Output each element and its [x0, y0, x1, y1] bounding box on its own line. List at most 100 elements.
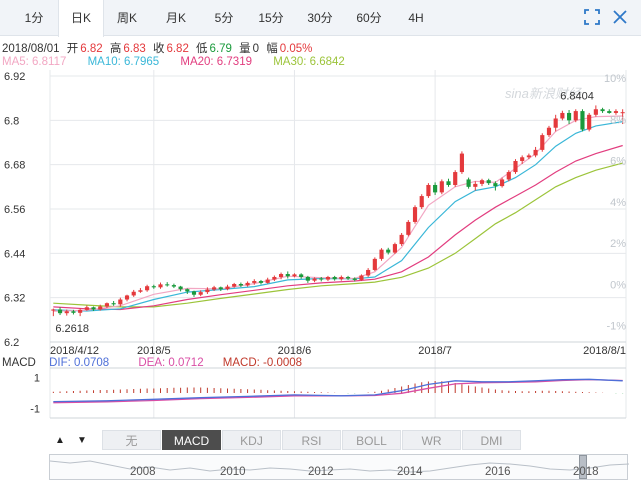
x-tick-label: 2018/4/12	[50, 345, 99, 357]
candle-body	[319, 278, 324, 280]
indicator-kdj[interactable]: KDJ	[222, 430, 281, 450]
indicator-rsi[interactable]: RSI	[282, 430, 341, 450]
candle-body	[607, 111, 612, 113]
candle-body	[258, 281, 264, 283]
ma30-line	[53, 162, 623, 308]
pct-tick-label: 10%	[604, 73, 626, 85]
candle-body	[426, 184, 431, 197]
macd-tick-label: 1	[34, 372, 40, 384]
candle	[433, 182, 438, 195]
candle-body	[104, 303, 110, 307]
candle-body	[546, 127, 552, 136]
candle-body	[299, 274, 304, 277]
candle-body	[178, 286, 183, 290]
candle	[587, 112, 592, 132]
candle	[453, 170, 458, 187]
candle-body	[57, 309, 63, 314]
candle-body	[566, 112, 572, 121]
axis-labels: 6.2 6.32 6.44 6.56 6.68 6.8 6.92 10% 8% 6% 4% 2% 0% -…	[4, 71, 626, 357]
candle-body	[285, 274, 290, 277]
candle	[546, 125, 552, 137]
candle-body	[406, 221, 411, 235]
candle-body	[171, 285, 176, 287]
dif-legend: DIF: 0.0708	[49, 357, 110, 369]
zoom-in-arrow-icon[interactable]: ▲	[49, 431, 71, 450]
candle-body	[433, 184, 438, 193]
max-price-label: 6.8404	[560, 90, 594, 102]
candle-body	[218, 287, 223, 290]
nav-year-label: 2010	[220, 466, 246, 478]
candle	[372, 257, 377, 272]
candle	[426, 183, 431, 198]
candle-body	[526, 155, 531, 158]
indicator-macd[interactable]: MACD	[162, 430, 221, 450]
macd-title: MACD	[2, 357, 36, 369]
candle	[580, 109, 585, 132]
candle-body	[446, 181, 451, 185]
candle-body	[272, 276, 277, 280]
candle	[379, 248, 384, 261]
candle	[479, 178, 485, 187]
y-tick-label: 6.8	[4, 115, 19, 127]
candle-body	[359, 275, 364, 280]
macd-legend: MACD DIF: 0.0708 DEA: 0.0712 MACD: -0.00…	[2, 357, 312, 369]
candle	[325, 275, 331, 282]
indicator-wr[interactable]: WR	[402, 430, 461, 450]
candle-body	[145, 286, 150, 291]
candle	[446, 178, 451, 187]
y-tick-label: 6.56	[4, 204, 25, 216]
candle	[566, 109, 572, 125]
candle-body	[560, 112, 565, 119]
candle	[332, 275, 337, 281]
candle-body	[620, 112, 625, 114]
candle	[171, 283, 176, 289]
candle-body	[372, 258, 377, 270]
candle	[399, 233, 404, 246]
min-price-label: 6.2618	[55, 323, 89, 335]
dif-line	[53, 378, 623, 403]
candle	[124, 294, 130, 302]
nav-year-label: 2016	[485, 466, 511, 478]
candle	[285, 271, 290, 279]
candle	[272, 275, 277, 282]
candle	[158, 282, 163, 289]
candle-body	[613, 111, 619, 113]
candle-body	[520, 157, 525, 161]
pct-tick-label: 6%	[610, 156, 626, 168]
candle	[439, 179, 444, 195]
candle-body	[466, 179, 471, 187]
indicator-dmi[interactable]: DMI	[462, 430, 521, 450]
candle	[265, 277, 270, 284]
indicator-boll[interactable]: BOLL	[342, 430, 401, 450]
candle	[218, 286, 223, 292]
candle-body	[238, 283, 243, 286]
candle-body	[64, 311, 69, 314]
candle-body	[345, 276, 351, 279]
candle	[392, 242, 398, 255]
candle	[473, 181, 478, 191]
zoom-out-arrow-icon[interactable]: ▼	[71, 431, 93, 450]
candle	[560, 110, 565, 121]
candle	[513, 159, 518, 174]
candle	[312, 277, 317, 283]
candle	[526, 153, 531, 160]
candle-body	[292, 274, 297, 277]
nav-year-label: 2012	[308, 466, 334, 478]
y-tick-label: 6.92	[4, 71, 25, 83]
candle	[486, 178, 491, 185]
candle-body	[459, 153, 464, 173]
candle-body	[379, 249, 384, 259]
y-tick-label: 6.32	[4, 293, 25, 305]
candle-body	[479, 180, 485, 184]
candle	[111, 300, 116, 306]
indicator-none[interactable]: 无	[102, 430, 161, 450]
candle	[138, 288, 143, 293]
candle-body	[500, 179, 505, 187]
x-tick-label: 2018/8/1	[583, 345, 626, 357]
candle-body	[151, 286, 156, 288]
candle	[533, 146, 538, 158]
candle-body	[198, 292, 203, 295]
candle-body	[252, 281, 257, 283]
candle	[51, 308, 56, 317]
candle	[165, 282, 170, 287]
